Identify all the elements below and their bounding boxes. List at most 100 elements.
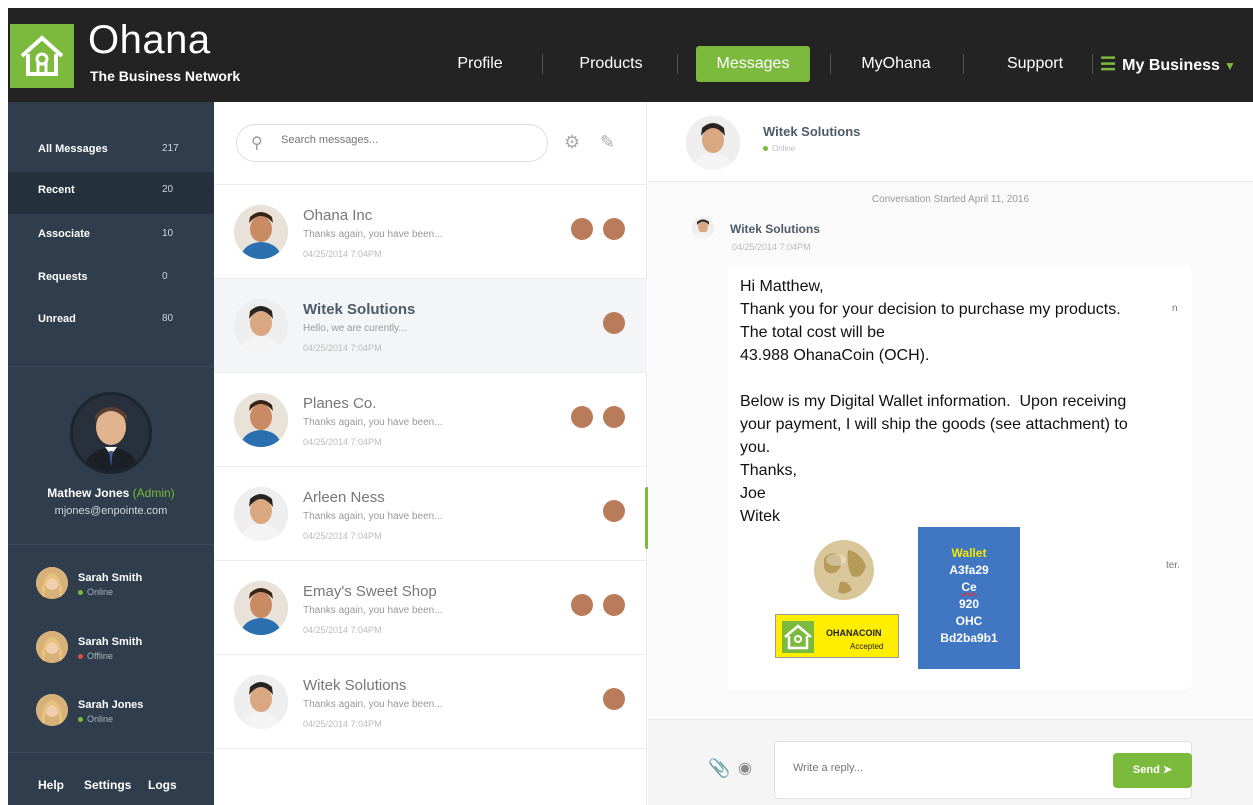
person-photo-icon: [234, 675, 288, 729]
contact-status-label: Online: [87, 587, 114, 597]
logs-link[interactable]: Logs: [148, 778, 177, 792]
message-time: 04/25/2014 7:04PM: [303, 719, 382, 729]
participant-avatar: [571, 594, 593, 616]
nav-divider: [542, 54, 543, 74]
ohanacoin-badge: OHANACOIN Accepted: [775, 614, 899, 658]
send-label: Send: [1132, 764, 1160, 776]
nav-myohana[interactable]: MyOhana: [850, 46, 942, 82]
folder-recent[interactable]: Recent 20: [8, 172, 214, 214]
settings-link[interactable]: Settings: [84, 778, 131, 792]
sender-avatar: [692, 217, 714, 239]
status-dot: [78, 654, 83, 660]
chat-header: Witek Solutions Online: [648, 102, 1253, 182]
message-preview: Thanks again, you have been...: [303, 417, 443, 428]
person-photo-icon: [234, 393, 288, 447]
message-preview: Hello, we are curently...: [303, 323, 407, 334]
contact-avatar: [36, 694, 68, 726]
contact-name: Sarah Smith: [78, 572, 143, 584]
nav-products[interactable]: Products: [565, 46, 657, 82]
nav-my-business[interactable]: ☰ My Business ▼: [1100, 46, 1236, 82]
user-role: (Admin): [132, 486, 175, 500]
message-item[interactable]: Emay's Sweet Shop Thanks again, you have…: [214, 560, 647, 654]
message-item[interactable]: Ohana Inc Thanks again, you have been...…: [214, 184, 647, 278]
folder-label: Recent: [38, 184, 75, 196]
user-email: mjones@enpointe.com: [54, 505, 168, 517]
wallet-card: Wallet A3fa29 Ce 920 OHC Bd2ba9b1: [918, 527, 1020, 669]
message-item[interactable]: Planes Co. Thanks again, you have been..…: [214, 372, 647, 466]
contact-item[interactable]: Sarah Jones Online: [8, 690, 214, 730]
contact-name: Sarah Smith: [78, 636, 143, 648]
folder-count: 10: [162, 228, 174, 239]
participant-avatar: [603, 406, 625, 428]
list-icon: ☰: [1100, 54, 1117, 74]
send-icon: ➤: [1162, 764, 1173, 776]
nav-profile[interactable]: Profile: [440, 46, 520, 82]
person-photo-icon: [36, 567, 68, 599]
message-preview: Thanks again, you have been...: [303, 605, 443, 616]
clipped-text: ter.: [1166, 560, 1180, 571]
message-sender: Ohana Inc: [303, 207, 373, 224]
chat-contact-avatar[interactable]: [686, 116, 740, 170]
folder-requests[interactable]: Requests 0: [8, 257, 214, 299]
status-dot: [78, 717, 83, 723]
send-button[interactable]: Send ➤: [1113, 753, 1192, 788]
compose-icon[interactable]: ✎: [600, 132, 615, 153]
message-item[interactable]: Witek Solutions Thanks again, you have b…: [214, 654, 647, 748]
message-body: Hi Matthew, Thank you for your decision …: [740, 278, 1128, 525]
folder-unread[interactable]: Unread 80: [8, 299, 214, 341]
reply-input[interactable]: [793, 762, 1093, 774]
wallet-line: 920: [958, 597, 980, 611]
chat-contact-name[interactable]: Witek Solutions: [763, 124, 860, 139]
wallet-line: Bd2ba9b1: [940, 631, 998, 645]
contact-item[interactable]: Sarah Smith Online: [8, 563, 214, 603]
nav-divider: [677, 54, 678, 74]
sender-name: Witek Solutions: [730, 222, 820, 236]
folder-associate[interactable]: Associate 10: [8, 214, 214, 256]
participant-avatar: [603, 500, 625, 522]
nav-divider: [1092, 54, 1093, 74]
message-time: 04/25/2014 7:04PM: [303, 343, 382, 353]
camera-icon[interactable]: ◉: [738, 758, 752, 778]
contact-status: Offline: [78, 651, 113, 661]
search-field[interactable]: ⚲: [236, 124, 548, 162]
house-icon: [782, 621, 814, 653]
search-input[interactable]: [281, 134, 531, 146]
person-photo-icon: [686, 116, 740, 170]
message-time: 04/25/2014 7:04PM: [303, 437, 382, 447]
message-sender: Witek Solutions: [303, 301, 416, 318]
nav-messages[interactable]: Messages: [696, 46, 810, 82]
wallet-title: Wallet: [951, 546, 987, 560]
nav-my-business-label: My Business: [1122, 57, 1220, 74]
message-avatar: [234, 393, 288, 447]
chat-contact-status-label: Online: [772, 144, 796, 153]
message-sender: Witek Solutions: [303, 677, 407, 694]
message-preview: Thanks again, you have been...: [303, 511, 443, 522]
contact-item[interactable]: Sarah Smith Offline: [8, 627, 214, 667]
message-avatar: [234, 205, 288, 259]
contact-status-label: Offline: [87, 651, 113, 661]
message-sender: Arleen Ness: [303, 489, 385, 506]
paperclip-icon[interactable]: 📎: [708, 758, 730, 779]
list-divider: [214, 748, 647, 749]
globe-icon: [814, 540, 874, 600]
person-photo-icon: [36, 631, 68, 663]
user-avatar[interactable]: [70, 392, 152, 474]
person-photo-icon: [36, 694, 68, 726]
contact-avatar: [36, 567, 68, 599]
sent-time: 04/25/2014 7:04PM: [732, 242, 811, 252]
status-dot: [763, 146, 768, 151]
message-avatar: [234, 299, 288, 353]
brand-name: Ohana: [88, 18, 211, 62]
reply-field[interactable]: Send ➤: [774, 741, 1192, 799]
folder-all-messages[interactable]: All Messages 217: [8, 129, 214, 171]
participant-avatar: [571, 218, 593, 240]
nav-support[interactable]: Support: [993, 46, 1077, 82]
badge-subtitle: Accepted: [850, 642, 884, 651]
divider: [8, 366, 214, 367]
message-item[interactable]: Arleen Ness Thanks again, you have been.…: [214, 466, 647, 560]
message-item-selected[interactable]: Witek Solutions Hello, we are curently..…: [214, 278, 647, 372]
help-link[interactable]: Help: [38, 778, 64, 792]
gear-icon[interactable]: ⚙: [564, 132, 580, 153]
logo[interactable]: [10, 24, 74, 88]
message-time: 04/25/2014 7:04PM: [303, 625, 382, 635]
